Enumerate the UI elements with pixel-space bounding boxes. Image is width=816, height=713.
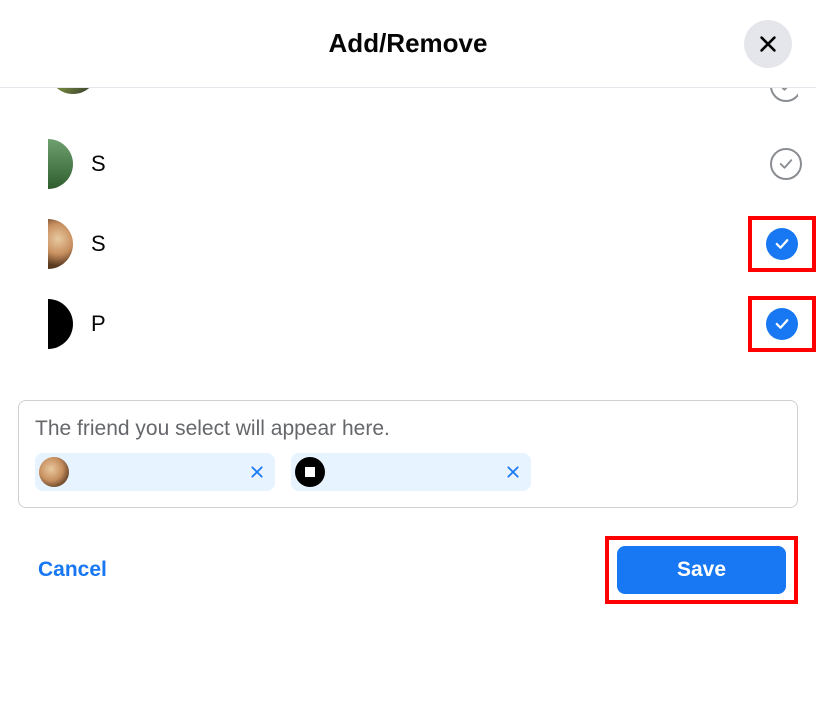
avatar [48,139,73,189]
avatar [48,88,98,94]
friend-list: D Thakur S S [0,88,816,364]
friend-info: S [18,139,106,189]
friend-info: S [18,219,106,269]
checkmark-checked-icon [766,308,798,340]
select-toggle[interactable] [756,88,798,110]
avatar [48,299,73,349]
checkmark-unchecked-icon [770,148,802,180]
dialog-footer: Cancel Save [0,508,816,604]
close-icon [757,33,779,55]
friend-info: P [18,299,106,349]
select-toggle[interactable] [748,296,816,352]
friend-chip [35,453,275,491]
friend-row[interactable]: S [18,124,798,204]
select-toggle[interactable] [756,140,816,188]
dialog-title: Add/Remove [329,28,488,59]
remove-icon [505,464,521,480]
avatar [48,219,73,269]
close-button[interactable] [744,20,792,68]
chip-content [295,457,335,487]
selected-chips [35,453,781,491]
chip-remove-button[interactable] [505,464,521,480]
remove-icon [249,464,265,480]
friend-name: P [91,311,106,337]
friend-row[interactable]: P [18,284,798,364]
friend-row[interactable]: D Thakur [18,88,798,124]
friend-chip [291,453,531,491]
friend-row[interactable]: S [18,204,798,284]
save-button[interactable]: Save [617,546,786,594]
avatar [295,457,325,487]
friend-name: S [91,231,106,257]
friend-info: D Thakur [18,88,206,94]
save-highlight: Save [605,536,798,604]
chip-content [39,457,79,487]
checkmark-unchecked-icon [770,88,798,102]
selected-area-label: The friend you select will appear here. [35,417,781,441]
select-toggle[interactable] [748,216,816,272]
avatar [39,457,69,487]
checkmark-checked-icon [766,228,798,260]
dialog-header: Add/Remove [0,0,816,88]
selected-friends-area: The friend you select will appear here. [18,400,798,508]
cancel-button[interactable]: Cancel [38,558,107,582]
friend-name: S [91,151,106,177]
chip-remove-button[interactable] [249,464,265,480]
